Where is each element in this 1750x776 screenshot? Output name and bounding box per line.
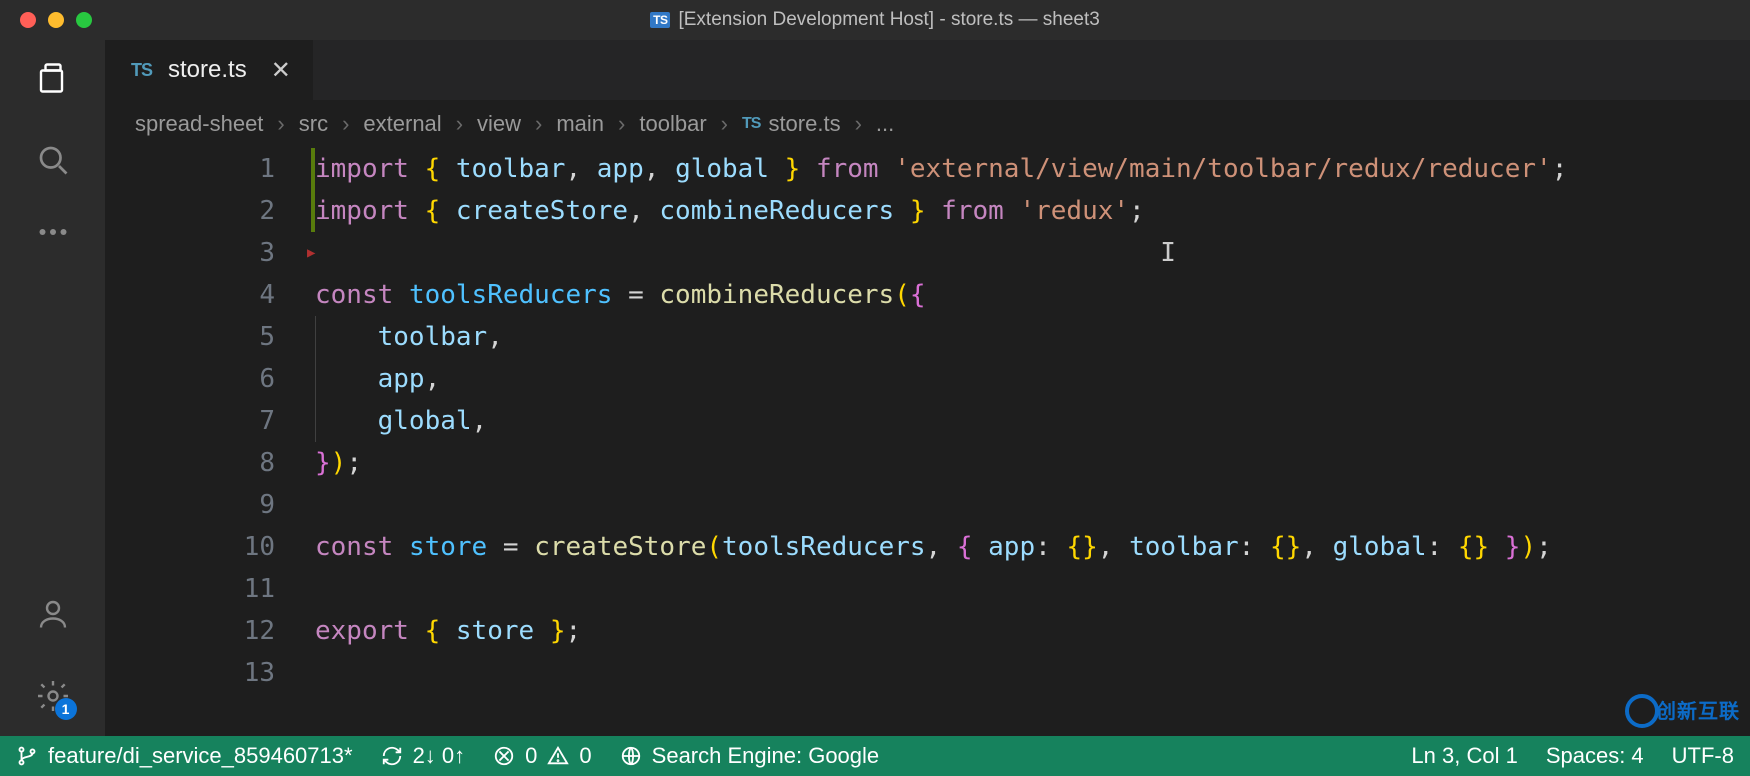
encoding[interactable]: UTF-8	[1672, 743, 1734, 769]
ts-file-icon: TS	[742, 115, 760, 133]
line-number: 5	[105, 316, 315, 358]
breadcrumb-item[interactable]: external	[363, 111, 441, 137]
breadcrumb-item[interactable]: src	[299, 111, 328, 137]
search-icon[interactable]	[33, 140, 73, 180]
code-content[interactable]: app,	[315, 358, 440, 400]
chevron-right-icon: ›	[277, 111, 284, 137]
activity-bar: 1	[0, 40, 105, 736]
code-line[interactable]: 13	[105, 652, 1750, 694]
line-number: 6	[105, 358, 315, 400]
code-line[interactable]: 10const store = createStore(toolsReducer…	[105, 526, 1750, 568]
code-content[interactable]: import { toolbar, app, global } from 'ex…	[315, 148, 1567, 190]
search-engine-text: Search Engine: Google	[652, 743, 880, 769]
code-content[interactable]: 𝙸	[315, 232, 1176, 274]
ts-file-icon: TS	[131, 60, 152, 81]
code-line[interactable]: 6 app,	[105, 358, 1750, 400]
chevron-right-icon: ›	[721, 111, 728, 137]
chevron-right-icon: ›	[855, 111, 862, 137]
tab-store-ts[interactable]: TS store.ts ✕	[105, 40, 313, 100]
titlebar: TS [Extension Development Host] - store.…	[0, 0, 1750, 40]
chevron-right-icon: ›	[535, 111, 542, 137]
breadcrumb-item[interactable]: main	[556, 111, 604, 137]
more-icon[interactable]	[33, 222, 73, 242]
settings-gear-icon[interactable]: 1	[33, 676, 73, 716]
close-window-button[interactable]	[20, 12, 36, 28]
breadcrumb-item[interactable]: spread-sheet	[135, 111, 263, 137]
code-content[interactable]: import { createStore, combineReducers } …	[315, 190, 1145, 232]
code-content[interactable]: global,	[315, 400, 487, 442]
editor-area: TS store.ts ✕ spread-sheet › src › external ›…	[105, 40, 1750, 736]
code-content[interactable]: export { store };	[315, 610, 581, 652]
line-number: 12	[105, 610, 315, 652]
maximize-window-button[interactable]	[76, 12, 92, 28]
code-line[interactable]: 3▶ 𝙸	[105, 232, 1750, 274]
code-content[interactable]: const store = createStore(toolsReducers,…	[315, 526, 1552, 568]
code-line[interactable]: 11	[105, 568, 1750, 610]
code-editor[interactable]: 1import { toolbar, app, global } from 'e…	[105, 148, 1750, 736]
code-line[interactable]: 4const toolsReducers = combineReducers({	[105, 274, 1750, 316]
line-number: 13	[105, 652, 315, 694]
git-branch[interactable]: feature/di_service_859460713*	[16, 743, 353, 769]
code-content[interactable]: toolbar,	[315, 316, 503, 358]
warning-count: 0	[579, 743, 591, 769]
error-count: 0	[525, 743, 537, 769]
account-icon[interactable]	[33, 594, 73, 634]
ts-file-icon: TS	[650, 12, 670, 28]
chevron-right-icon: ›	[456, 111, 463, 137]
minimize-window-button[interactable]	[48, 12, 64, 28]
code-content[interactable]: });	[315, 442, 362, 484]
code-line[interactable]: 8});	[105, 442, 1750, 484]
code-line[interactable]: 5 toolbar,	[105, 316, 1750, 358]
window-title-text: [Extension Development Host] - store.ts …	[678, 9, 1099, 31]
breadcrumb-item[interactable]: toolbar	[639, 111, 706, 137]
line-number: 4	[105, 274, 315, 316]
chevron-right-icon: ›	[618, 111, 625, 137]
code-line[interactable]: 9	[105, 484, 1750, 526]
close-tab-icon[interactable]: ✕	[271, 56, 291, 85]
explorer-icon[interactable]	[33, 58, 73, 98]
chevron-right-icon: ›	[342, 111, 349, 137]
tab-label: store.ts	[168, 56, 247, 84]
settings-badge: 1	[55, 698, 77, 720]
window-title: TS [Extension Development Host] - store.…	[0, 9, 1750, 31]
line-number: 3	[105, 232, 315, 274]
line-number: 9	[105, 484, 315, 526]
fold-marker-icon: ▶	[307, 232, 315, 274]
code-line[interactable]: 7 global,	[105, 400, 1750, 442]
indentation[interactable]: Spaces: 4	[1546, 743, 1644, 769]
code-line[interactable]: 2import { createStore, combineReducers }…	[105, 190, 1750, 232]
search-engine[interactable]: Search Engine: Google	[620, 743, 880, 769]
breadcrumb-trail[interactable]: ...	[876, 111, 894, 137]
breadcrumbs[interactable]: spread-sheet › src › external › view › main › tool…	[105, 100, 1750, 148]
window-controls	[0, 12, 92, 28]
sync-status[interactable]: 2↓ 0↑	[381, 743, 466, 769]
text-cursor: 𝙸	[1160, 238, 1176, 268]
branch-name: feature/di_service_859460713*	[48, 743, 353, 769]
code-line[interactable]: 12export { store };	[105, 610, 1750, 652]
status-bar: feature/di_service_859460713* 2↓ 0↑ 0 0 …	[0, 736, 1750, 776]
line-number: 11	[105, 568, 315, 610]
line-number: 10	[105, 526, 315, 568]
cursor-position[interactable]: Ln 3, Col 1	[1411, 743, 1517, 769]
breadcrumb-file[interactable]: store.ts	[768, 111, 840, 137]
line-number: 8	[105, 442, 315, 484]
code-content[interactable]: const toolsReducers = combineReducers({	[315, 274, 926, 316]
line-number: 1	[105, 148, 315, 190]
sync-text: 2↓ 0↑	[413, 743, 466, 769]
tab-bar: TS store.ts ✕	[105, 40, 1750, 100]
line-number: 7	[105, 400, 315, 442]
problems[interactable]: 0 0	[493, 743, 592, 769]
breadcrumb-item[interactable]: view	[477, 111, 521, 137]
line-number: 2	[105, 190, 315, 232]
code-line[interactable]: 1import { toolbar, app, global } from 'e…	[105, 148, 1750, 190]
